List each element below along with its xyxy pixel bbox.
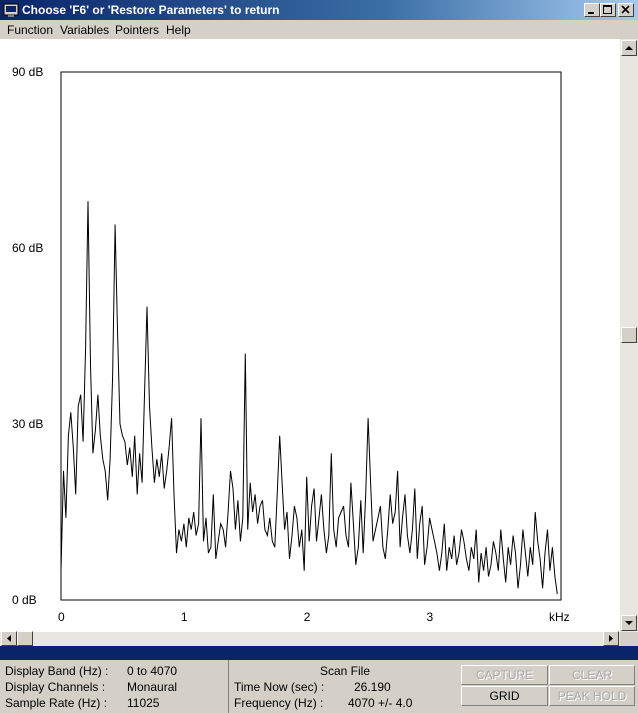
display-band-value: 0 to 4070 (127, 664, 178, 678)
window-title: Choose 'F6' or 'Restore Parameters' to r… (22, 3, 280, 17)
y-tick-label: 90 dB (12, 65, 43, 79)
title-bar: Choose 'F6' or 'Restore Parameters' to r… (0, 0, 638, 20)
horizontal-scrollbar[interactable] (0, 631, 620, 646)
sample-rate-label: Sample Rate (Hz) : (5, 696, 108, 710)
time-now-value: 26.190 (354, 680, 391, 694)
horizontal-scroll-thumb[interactable] (17, 631, 33, 646)
scrollbar-corner (620, 632, 638, 646)
capture-button[interactable]: CAPTURE (461, 665, 548, 685)
info-panel: Display Band (Hz) : 0 to 4070 Display Ch… (0, 660, 229, 713)
menu-variables[interactable]: Variables (60, 23, 109, 37)
x-tick-label: 1 (181, 610, 188, 624)
sample-rate-value: 11025 (127, 696, 160, 710)
vertical-scroll-thumb[interactable] (621, 327, 637, 343)
minimize-button[interactable] (584, 3, 600, 17)
menu-help[interactable]: Help (166, 23, 191, 37)
minimize-icon (588, 12, 594, 14)
maximize-button[interactable] (600, 3, 616, 17)
display-channels-value: Monaural (127, 680, 178, 694)
y-tick-label: 0 dB (12, 593, 37, 607)
time-now-label: Time Now (sec) : (234, 680, 325, 694)
grid-button[interactable]: GRID (461, 686, 548, 706)
arrow-up-icon (625, 46, 633, 50)
mode-label: Scan File (320, 664, 371, 678)
app-icon (3, 3, 19, 17)
clear-button[interactable]: CLEAR (549, 665, 635, 685)
spectrum-chart: 0 dB 30 dB 60 dB 90 dB 0 1 2 3 kHz (12, 65, 570, 624)
close-icon (621, 5, 630, 14)
x-tick-label: 3 (427, 610, 434, 624)
maximize-icon (603, 5, 612, 14)
scroll-right-button[interactable] (603, 631, 619, 646)
peak-hold-button[interactable]: PEAK HOLD (549, 686, 635, 706)
menu-bar: Function Variables Pointers Help (0, 20, 638, 39)
arrow-down-icon (625, 621, 633, 625)
x-axis-label: kHz (549, 610, 570, 624)
menu-function[interactable]: Function (7, 23, 53, 37)
scroll-up-button[interactable] (621, 40, 637, 56)
arrow-right-icon (609, 635, 613, 642)
y-tick-label: 60 dB (12, 241, 43, 255)
y-tick-label: 30 dB (12, 417, 43, 431)
vertical-scrollbar[interactable] (620, 39, 638, 632)
display-channels-label: Display Channels : (5, 680, 106, 694)
plot-area: 0 dB 30 dB 60 dB 90 dB 0 1 2 3 kHz (0, 39, 620, 632)
menu-pointers[interactable]: Pointers (115, 23, 159, 37)
x-tick-label: 0 (58, 610, 65, 624)
x-tick-label: 2 (304, 610, 311, 624)
arrow-left-icon (7, 635, 11, 642)
status-separator-bar (0, 646, 638, 660)
frequency-value: 4070 +/- 4.0 (348, 696, 413, 710)
frequency-label: Frequency (Hz) : (234, 696, 324, 710)
close-button[interactable] (618, 3, 634, 17)
scroll-down-button[interactable] (621, 615, 637, 631)
display-band-label: Display Band (Hz) : (5, 664, 109, 678)
scan-panel: Scan File Time Now (sec) : 26.190 Freque… (230, 660, 458, 713)
scroll-left-button[interactable] (1, 631, 17, 646)
